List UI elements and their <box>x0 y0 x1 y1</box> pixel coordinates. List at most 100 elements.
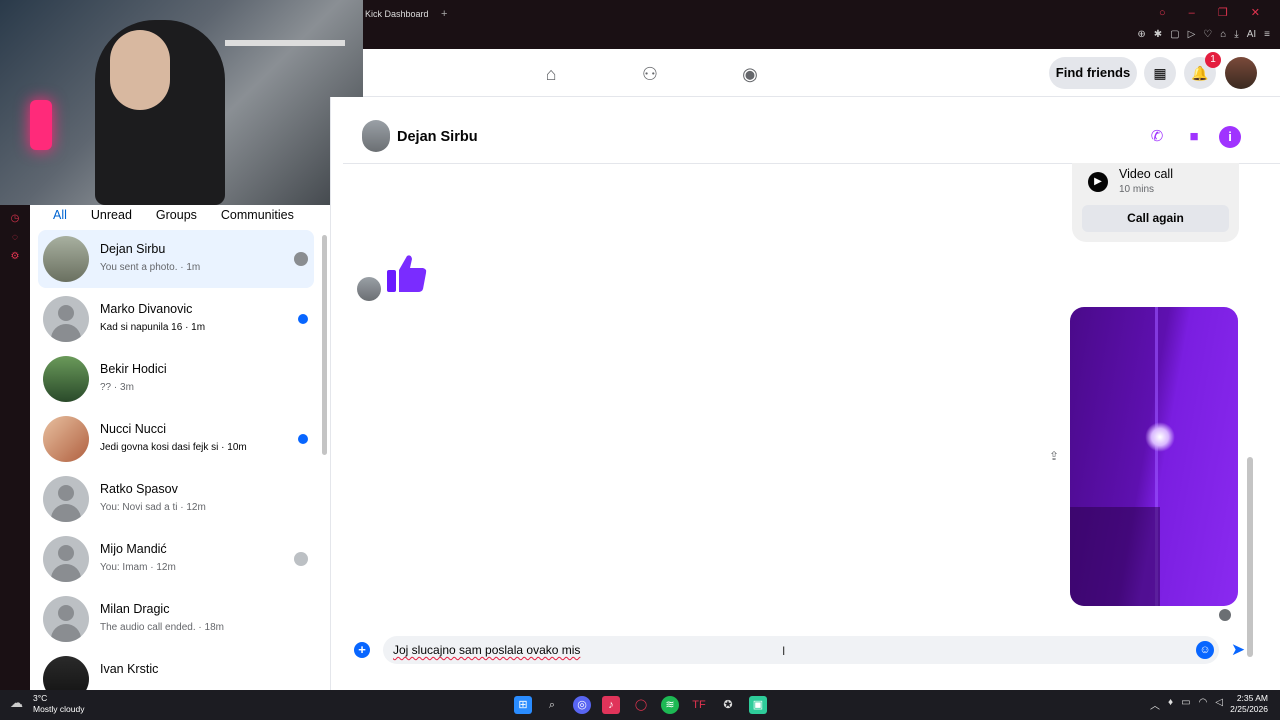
avatar <box>43 416 89 462</box>
snapshot-icon[interactable]: ▢ <box>1170 29 1179 40</box>
chat-filter-tabs: All Unread Groups Communities <box>30 205 330 231</box>
chat-name: Nucci Nucci <box>100 422 166 436</box>
chat-name: Dejan Sirbu <box>100 242 166 256</box>
tf-app-icon[interactable]: TF <box>690 696 708 714</box>
chevron-up-icon[interactable]: ︿ <box>1150 697 1160 712</box>
notification-badge: 1 <box>1205 52 1221 68</box>
facebook-header: ⌂ ⚇ ◉ <box>363 49 1280 97</box>
call-title: Video call <box>1119 167 1173 181</box>
play-icon[interactable]: ▷ <box>1188 29 1196 40</box>
chat-name: Ivan Krstic <box>100 662 159 676</box>
chat-item-bekir-hodici[interactable]: Bekir Hodici ?? · 3m <box>38 350 314 408</box>
filter-all[interactable]: All <box>53 205 67 231</box>
chat-item-milan-dragic[interactable]: Milan Dragic The audio call ended. · 18m <box>38 590 314 648</box>
conversation-name[interactable]: Dejan Sirbu <box>397 129 478 145</box>
unread-dot <box>298 314 308 324</box>
chat-name: Ratko Spasov <box>100 482 178 496</box>
message-input-text[interactable]: Joj slucajno sam poslala ovako mis <box>393 643 580 657</box>
chat-name: Milan Dragic <box>100 602 170 616</box>
find-friends-button[interactable]: Find friends <box>1049 57 1137 89</box>
discord-icon[interactable]: ◎ <box>573 696 591 714</box>
opera-gx-icon[interactable]: ◯ <box>632 696 650 714</box>
account-avatar[interactable] <box>1225 57 1257 89</box>
browser-tab-title[interactable]: Kick Dashboard <box>365 9 429 19</box>
avatar <box>43 656 89 690</box>
tiktok-icon[interactable]: ♪ <box>602 696 620 714</box>
volume-icon[interactable]: ◁ <box>1215 697 1223 712</box>
filter-groups[interactable]: Groups <box>156 205 197 231</box>
window-controls[interactable]: ○ – ❐ ✕ <box>1159 6 1270 19</box>
avatar <box>43 536 89 582</box>
sender-avatar <box>357 277 381 301</box>
browser-toolbar: ⊕ ✱ ▢ ▷ ♡ ⌂ ⤓ AI ≡ <box>1137 29 1270 40</box>
ai-button[interactable]: AI <box>1247 29 1256 40</box>
chrome-icon[interactable]: ✪ <box>719 696 737 714</box>
groups-icon[interactable]: ◉ <box>739 63 761 85</box>
chat-list: All Unread Groups Communities Dejan Sirb… <box>30 205 330 690</box>
heart-icon[interactable]: ♡ <box>1203 29 1212 40</box>
friends-icon[interactable]: ⚇ <box>639 63 661 85</box>
clock-date[interactable]: 2/25/2026 <box>1225 704 1268 714</box>
wallet-icon[interactable]: ⌂ <box>1220 29 1226 40</box>
spotify-icon[interactable]: ≋ <box>661 696 679 714</box>
download-icon[interactable]: ⤓ <box>1234 29 1238 40</box>
chat-preview: You: Imam · 12m <box>100 562 176 573</box>
info-icon[interactable]: i <box>1219 126 1241 148</box>
text-cursor-icon: I <box>782 644 786 658</box>
filter-communities[interactable]: Communities <box>221 205 294 231</box>
chat-preview: Kad si napunila 16 · 1m <box>100 322 206 333</box>
weather-temperature[interactable]: 3°C <box>33 693 47 703</box>
send-icon[interactable]: ➤ <box>1228 640 1248 660</box>
new-tab-button[interactable]: + <box>441 8 447 20</box>
battery-icon[interactable]: ▭ <box>1181 697 1190 712</box>
home-icon[interactable]: ⌂ <box>540 63 562 85</box>
chat-name: Marko Divanovic <box>100 302 193 316</box>
chat-item-ratko-spasov[interactable]: Ratko Spasov You: Novi sad a ti · 12m <box>38 470 314 528</box>
weather-cloud-icon[interactable]: ☁ <box>10 695 28 711</box>
messenger-icon[interactable]: ◌ <box>0 232 30 243</box>
conversation-header <box>343 97 1280 164</box>
clock-time[interactable]: 2:35 AM <box>1232 693 1268 703</box>
unread-dot <box>298 434 308 444</box>
chat-item-ivan-krstic[interactable]: Ivan Krstic <box>38 650 314 690</box>
start-icon[interactable]: ⊞ <box>514 696 532 714</box>
seen-indicator <box>294 252 308 266</box>
search-icon[interactable]: ⌕ <box>543 696 561 714</box>
seen-indicator <box>1219 609 1231 621</box>
chat-app-icon[interactable]: ▣ <box>749 696 767 714</box>
conversation-scrollbar[interactable] <box>1244 165 1256 675</box>
avatar <box>43 296 89 342</box>
call-again-button[interactable]: Call again <box>1082 205 1229 232</box>
menu-icon[interactable]: ≡ <box>1264 29 1270 40</box>
webcam-overlay <box>0 0 363 205</box>
chat-item-marko-divanovic[interactable]: Marko Divanovic Kad si napunila 16 · 1m <box>38 290 314 348</box>
conversation-avatar[interactable] <box>362 120 390 152</box>
history-icon[interactable]: ◷ <box>0 213 30 224</box>
call-duration: 10 mins <box>1119 184 1155 195</box>
avatar <box>43 476 89 522</box>
add-attachment-icon[interactable]: + <box>354 642 370 658</box>
chat-item-dejan-sirbu[interactable]: Dejan Sirbu You sent a photo. · 1m <box>38 230 314 288</box>
apps-menu-icon[interactable]: ▦ <box>1144 57 1176 89</box>
share-icon[interactable]: ⇪ <box>1047 449 1061 463</box>
extension-icon[interactable]: ✱ <box>1154 29 1162 40</box>
settings-icon[interactable]: ⚙ <box>0 251 30 262</box>
video-call-icon[interactable]: ■ <box>1183 126 1205 148</box>
seen-indicator <box>294 552 308 566</box>
wifi-icon[interactable]: ◠ <box>1199 697 1208 712</box>
chat-list-scrollbar[interactable] <box>322 205 328 690</box>
chat-name: Mijo Mandić <box>100 542 167 556</box>
zoom-icon[interactable]: ⊕ <box>1137 29 1145 40</box>
photo-message[interactable] <box>1070 307 1238 606</box>
video-camera-icon: ▶ <box>1088 172 1108 192</box>
thumbs-up-icon <box>387 255 427 292</box>
audio-call-icon[interactable]: ✆ <box>1146 126 1168 148</box>
microphone-icon[interactable]: ♦ <box>1168 697 1173 712</box>
chat-item-nucci-nucci[interactable]: Nucci Nucci Jedi govna kosi dasi fejk si… <box>38 410 314 468</box>
weather-description[interactable]: Mostly cloudy <box>33 704 85 714</box>
emoji-icon[interactable]: ☺ <box>1196 641 1214 659</box>
system-tray: ︿ ♦ ▭ ◠ ◁ <box>1150 697 1223 712</box>
chat-item-mijo-mandic[interactable]: Mijo Mandić You: Imam · 12m <box>38 530 314 588</box>
filter-unread[interactable]: Unread <box>91 205 132 231</box>
avatar <box>43 236 89 282</box>
